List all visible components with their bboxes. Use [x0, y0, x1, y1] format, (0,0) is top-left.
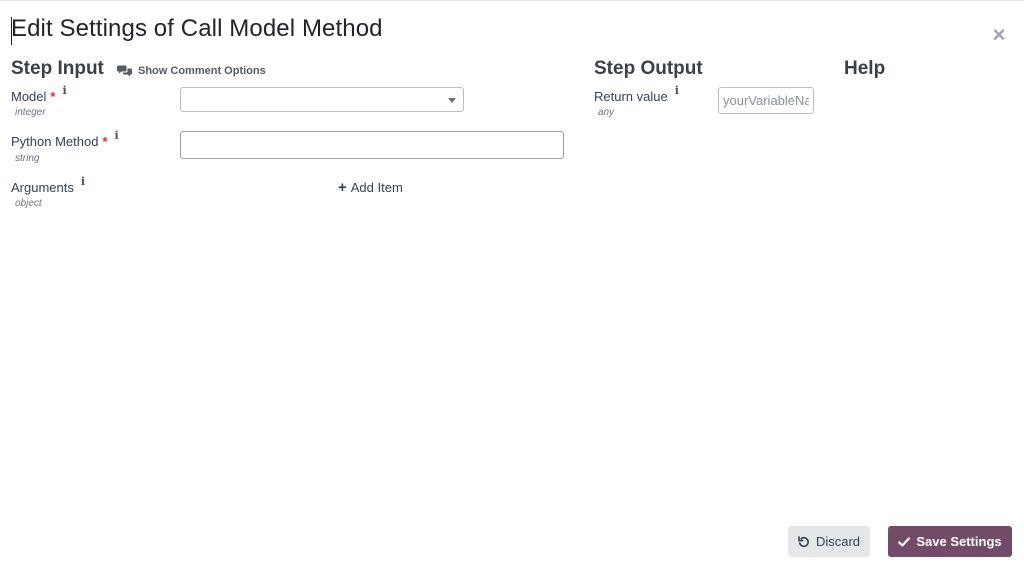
discard-button[interactable]: Discard	[788, 526, 870, 557]
arguments-field-label: Arguments i	[11, 175, 85, 195]
step-output-heading: Step Output	[594, 58, 703, 79]
return-value-type-hint: any	[598, 107, 615, 118]
show-comment-options-toggle[interactable]: Show Comment Options	[117, 64, 266, 77]
close-icon[interactable]: ×	[989, 24, 1009, 46]
return-value-label-text: Return value	[594, 89, 668, 104]
save-settings-button[interactable]: Save Settings	[888, 526, 1012, 557]
arguments-type-hint: object	[15, 198, 42, 209]
python-method-field-label: Python Method * i	[11, 129, 119, 149]
add-item-label: Add Item	[350, 180, 403, 195]
python-method-input[interactable]	[180, 131, 564, 159]
discard-label: Discard	[815, 534, 861, 549]
return-value-input[interactable]	[718, 87, 814, 114]
help-heading: Help	[844, 58, 886, 79]
info-icon[interactable]: i	[81, 175, 85, 188]
info-icon[interactable]: i	[62, 84, 66, 97]
step-input-heading: Step Input	[11, 58, 104, 79]
save-settings-label: Save Settings	[916, 534, 1002, 549]
info-icon[interactable]: i	[115, 129, 119, 142]
model-label-text: Model	[11, 89, 47, 104]
python-method-label-text: Python Method	[11, 134, 99, 149]
comments-icon	[117, 65, 132, 77]
python-method-type-hint: string	[15, 153, 40, 164]
checkmark-icon	[898, 536, 911, 547]
model-type-hint: integer	[15, 107, 46, 118]
undo-icon	[798, 535, 809, 547]
info-icon[interactable]: i	[675, 84, 679, 97]
comment-toggle-label: Show Comment Options	[138, 64, 266, 77]
model-select[interactable]	[180, 87, 464, 112]
dialog-title: Edit Settings of Call Model Method	[11, 15, 383, 42]
arguments-label-text: Arguments	[11, 180, 74, 195]
required-marker: *	[102, 134, 108, 149]
plus-icon: +	[338, 179, 347, 196]
dropdown-caret-icon	[448, 98, 456, 103]
required-marker: *	[50, 89, 56, 104]
model-field-label: Model * i	[11, 84, 67, 104]
add-item-button[interactable]: + Add Item	[338, 179, 403, 196]
return-value-field-label: Return value i	[594, 84, 679, 104]
